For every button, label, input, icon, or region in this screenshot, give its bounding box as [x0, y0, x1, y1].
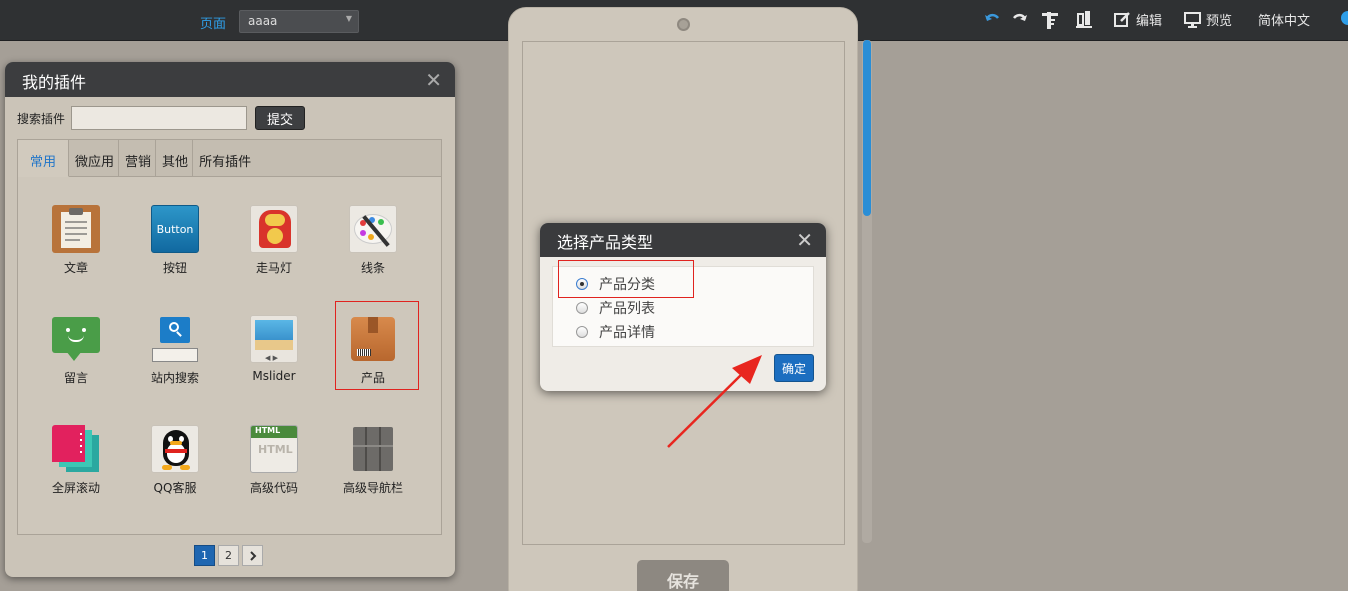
- plugin-site-search[interactable]: 站内搜索: [135, 315, 215, 386]
- plugin-label: Mslider: [252, 369, 296, 383]
- plugin-label: 线条: [360, 261, 385, 275]
- plugin-carousel[interactable]: 走马灯: [234, 205, 314, 276]
- next-page-button[interactable]: [242, 545, 263, 566]
- option-product-list[interactable]: 产品列表: [576, 298, 655, 318]
- option-highlight-box: [558, 260, 694, 298]
- dialog-header: 选择产品类型 ✕: [540, 223, 826, 257]
- tab-micro-apps[interactable]: 微应用: [69, 140, 120, 177]
- page-select[interactable]: aaaa ▼: [239, 10, 359, 33]
- slider-icon: ◀ ▶: [250, 315, 298, 363]
- button-icon: Button: [151, 205, 199, 253]
- close-icon[interactable]: ✕: [796, 228, 813, 252]
- option-label: 产品详情: [599, 325, 655, 341]
- tab-other[interactable]: 其他: [156, 140, 194, 177]
- chevron-right-icon: [249, 550, 256, 561]
- plugin-advanced-code[interactable]: HTML HTML 高级代码: [234, 425, 314, 496]
- plugin-search-row: 搜索插件 提交: [17, 106, 306, 130]
- close-icon[interactable]: ✕: [425, 68, 442, 92]
- dialog-title: 选择产品类型: [557, 233, 654, 252]
- plugin-label: 文章: [63, 261, 88, 275]
- undo-button[interactable]: [984, 10, 1000, 26]
- edit-label: 编辑: [1136, 14, 1163, 29]
- redo-button[interactable]: [1012, 10, 1028, 26]
- plugin-label: 全屏滚动: [51, 481, 100, 495]
- preview-button[interactable]: 预览: [1184, 10, 1232, 29]
- ruler-icon: [1042, 12, 1058, 29]
- page-label: 页面: [200, 17, 227, 32]
- tab-marketing[interactable]: 营销: [119, 140, 157, 177]
- fullscreen-scroll-icon: [52, 425, 100, 473]
- plugin-label: 走马灯: [255, 261, 292, 275]
- tab-all-plugins[interactable]: 所有插件: [193, 140, 255, 177]
- plugin-label: 高级导航栏: [342, 481, 403, 495]
- plugin-advanced-navbar[interactable]: 高级导航栏: [333, 425, 413, 496]
- page-2-button[interactable]: 2: [218, 545, 239, 566]
- plugin-label: 按钮: [162, 261, 187, 275]
- plugin-label: 高级代码: [249, 481, 298, 495]
- button-icon-text: Button: [156, 222, 194, 236]
- language-select[interactable]: 简体中文: [1258, 10, 1310, 29]
- tab-common[interactable]: 常用: [18, 140, 70, 177]
- plugin-panel-header: 我的插件 ✕: [5, 62, 455, 97]
- navbar-icon: [349, 425, 397, 473]
- submit-button[interactable]: 提交: [255, 106, 306, 130]
- plugin-label: 站内搜索: [150, 371, 199, 385]
- confirm-button[interactable]: 确定: [774, 354, 814, 382]
- ruler-button[interactable]: [1041, 10, 1059, 30]
- plugin-mslider[interactable]: ◀ ▶ Mslider: [234, 315, 314, 383]
- help-icon[interactable]: [1340, 10, 1348, 26]
- undo-icon: [985, 13, 999, 21]
- plugin-message[interactable]: 留言: [36, 315, 116, 386]
- pagination: 1 2: [194, 545, 263, 566]
- plugin-article[interactable]: 文章: [36, 205, 116, 276]
- edit-button[interactable]: 编辑: [1114, 10, 1162, 29]
- annotation-arrow-icon: [667, 355, 762, 448]
- product-highlight-box: [335, 301, 419, 390]
- message-icon: [52, 315, 100, 363]
- monitor-icon: [1184, 11, 1201, 28]
- plugin-label: QQ客服: [153, 481, 197, 495]
- radio-icon[interactable]: [576, 326, 588, 338]
- carousel-icon: [250, 205, 298, 253]
- option-label: 产品列表: [599, 301, 655, 317]
- layout-icon: [1076, 11, 1092, 28]
- language-label: 简体中文: [1258, 14, 1311, 29]
- plugin-label: 留言: [63, 371, 88, 385]
- layout-button[interactable]: [1076, 10, 1092, 28]
- page-1-button[interactable]: 1: [194, 545, 215, 566]
- clipboard-icon: [52, 205, 100, 253]
- plugin-panel: 我的插件 ✕ 搜索插件 提交 常用 微应用 营销 其他 所有插件 文章 Butt…: [5, 62, 455, 577]
- plugin-lines[interactable]: 线条: [333, 205, 413, 276]
- plugin-panel-title: 我的插件: [22, 73, 87, 92]
- chevron-down-icon: ▼: [345, 14, 352, 23]
- preview-label: 预览: [1206, 14, 1233, 29]
- plugin-tab-box: 常用 微应用 营销 其他 所有插件 文章 Button 按钮 走马灯 线条 留言…: [17, 139, 442, 535]
- option-product-detail[interactable]: 产品详情: [576, 322, 655, 342]
- search-icon: [151, 315, 199, 363]
- html-code-icon-text: HTML: [255, 426, 281, 435]
- plugin-button[interactable]: Button 按钮: [135, 205, 215, 276]
- palette-icon: [349, 205, 397, 253]
- redo-icon: [1013, 13, 1027, 21]
- plugin-tabs: 常用 微应用 营销 其他 所有插件: [18, 140, 441, 177]
- radio-icon[interactable]: [576, 302, 588, 314]
- search-label: 搜索插件: [17, 111, 66, 126]
- save-button[interactable]: 保存: [637, 560, 729, 591]
- camera-icon: [677, 18, 690, 31]
- qq-icon: [151, 425, 199, 473]
- plugin-qq-service[interactable]: QQ客服: [135, 425, 215, 496]
- edit-icon: [1114, 12, 1130, 27]
- search-input[interactable]: [71, 106, 248, 130]
- html-code-icon: HTML HTML: [250, 425, 298, 473]
- canvas-scrollbar-thumb[interactable]: [863, 40, 871, 216]
- page-select-value: aaaa: [248, 14, 278, 28]
- plugin-fullscreen-scroll[interactable]: 全屏滚动: [36, 425, 116, 496]
